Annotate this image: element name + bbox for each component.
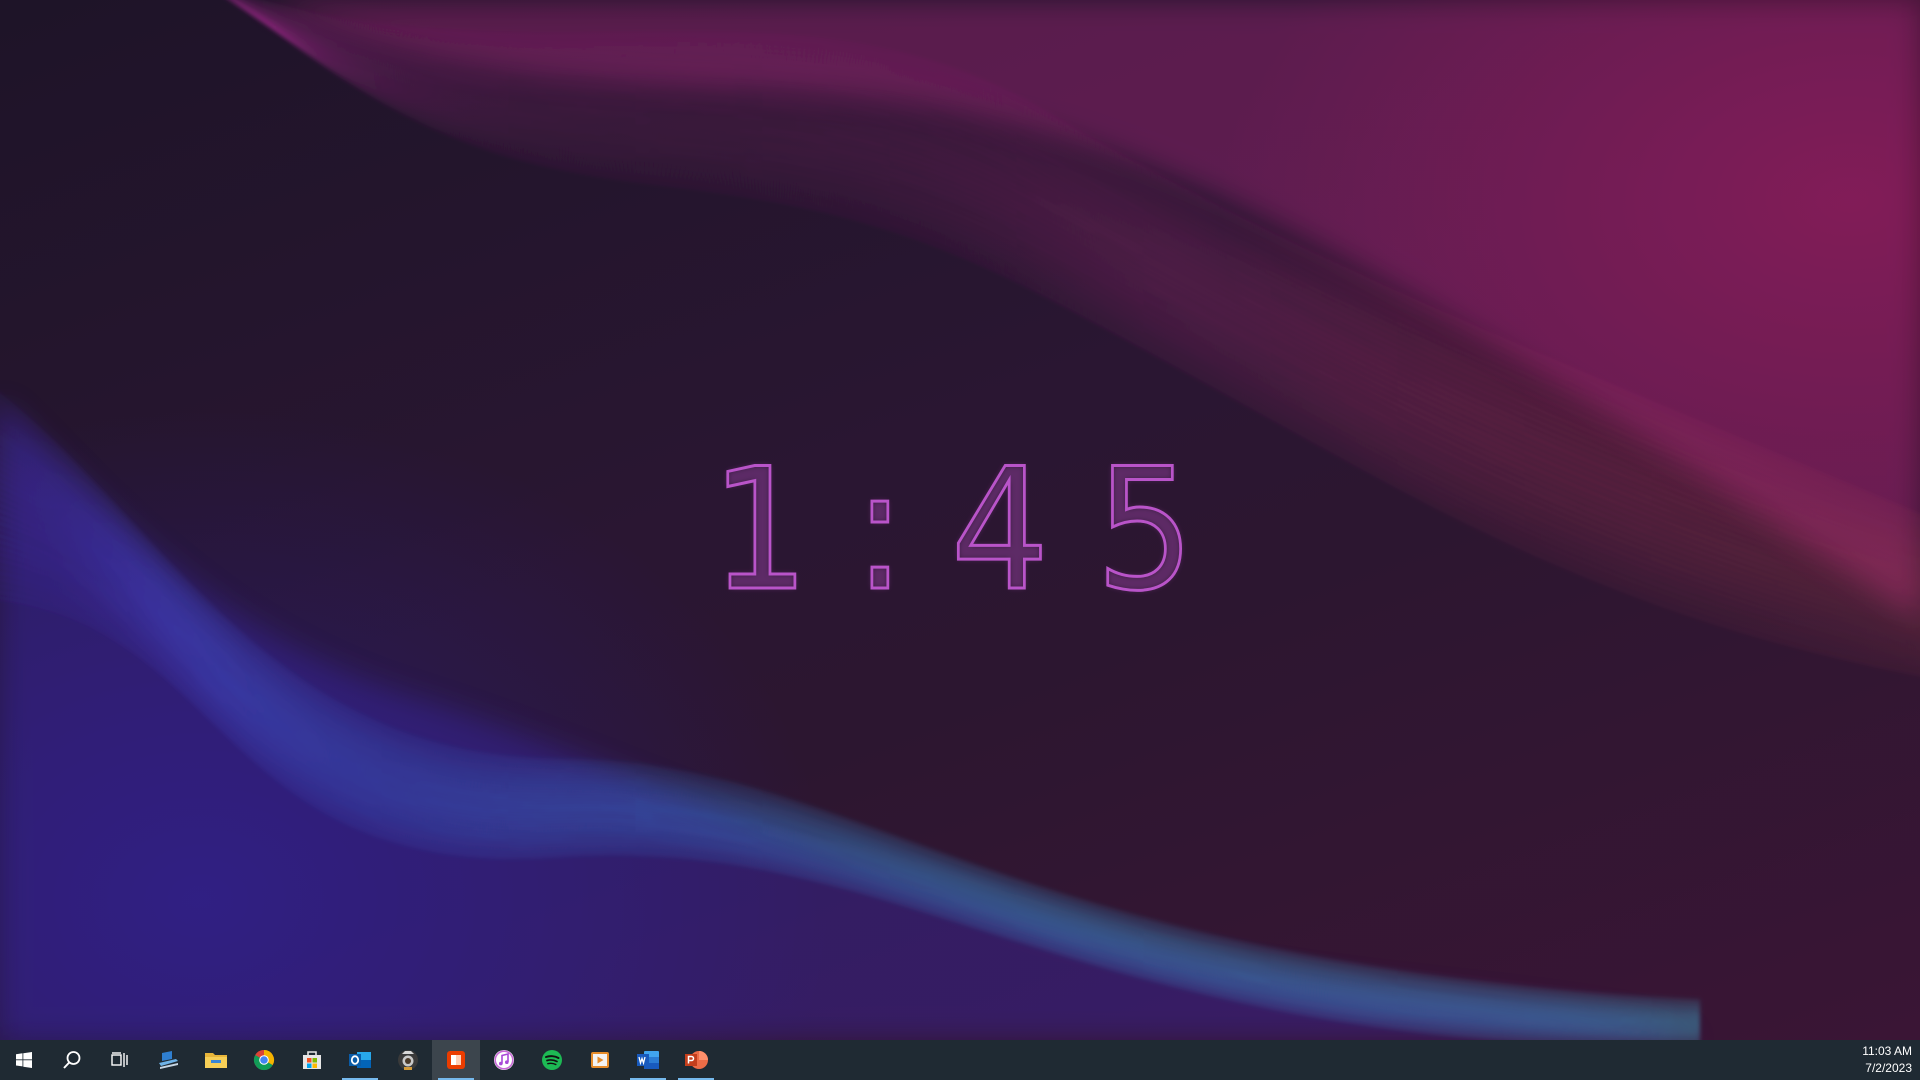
taskbar-app-spotify[interactable] xyxy=(528,1040,576,1080)
start-button[interactable] xyxy=(0,1040,48,1080)
word-icon xyxy=(637,1051,659,1069)
system-tray-clock[interactable]: 11:03 AM 7/2/2023 xyxy=(1862,1040,1912,1080)
store-icon xyxy=(303,1051,321,1069)
music-note-icon xyxy=(494,1050,514,1070)
tray-time: 11:03 AM xyxy=(1862,1044,1912,1058)
clock-separator: : xyxy=(853,431,942,630)
clock-minute-tens: 4 xyxy=(949,431,1084,630)
taskbar-app-outlook[interactable] xyxy=(336,1040,384,1080)
search-button[interactable] xyxy=(48,1040,96,1080)
clock-minute-ones: 5 xyxy=(1094,431,1229,630)
play-icon xyxy=(591,1052,609,1068)
desktop: 1:45 xyxy=(0,0,1920,1040)
desk-app-icon xyxy=(159,1051,178,1069)
camera-icon xyxy=(398,1050,418,1070)
taskbar-app-powerpoint[interactable] xyxy=(672,1040,720,1080)
tray-date: 7/2/2023 xyxy=(1865,1061,1912,1075)
office-icon xyxy=(447,1051,465,1069)
search-icon xyxy=(63,1051,81,1069)
windows-logo-icon xyxy=(16,1052,32,1068)
outlook-icon xyxy=(349,1052,371,1068)
taskbar-app-word[interactable] xyxy=(624,1040,672,1080)
task-view-icon xyxy=(111,1052,128,1067)
spotify-icon xyxy=(542,1050,562,1070)
taskbar-app-itunes[interactable] xyxy=(480,1040,528,1080)
task-view-button[interactable] xyxy=(96,1040,144,1080)
taskbar-app-store[interactable] xyxy=(288,1040,336,1080)
taskbar-app-desk[interactable] xyxy=(144,1040,192,1080)
folder-icon xyxy=(205,1053,227,1068)
taskbar-app-office[interactable] xyxy=(432,1040,480,1080)
clock-hour-digit: 1 xyxy=(710,431,845,630)
countdown-clock: 1:45 xyxy=(700,431,1240,630)
taskbar-app-chrome[interactable] xyxy=(240,1040,288,1080)
taskbar-app-media-player[interactable] xyxy=(576,1040,624,1080)
taskbar-app-file-explorer[interactable] xyxy=(192,1040,240,1080)
powerpoint-icon xyxy=(685,1051,708,1069)
taskbar: 11:03 AM 7/2/2023 xyxy=(0,1040,1920,1080)
chrome-icon xyxy=(253,1049,275,1071)
taskbar-app-camera[interactable] xyxy=(384,1040,432,1080)
